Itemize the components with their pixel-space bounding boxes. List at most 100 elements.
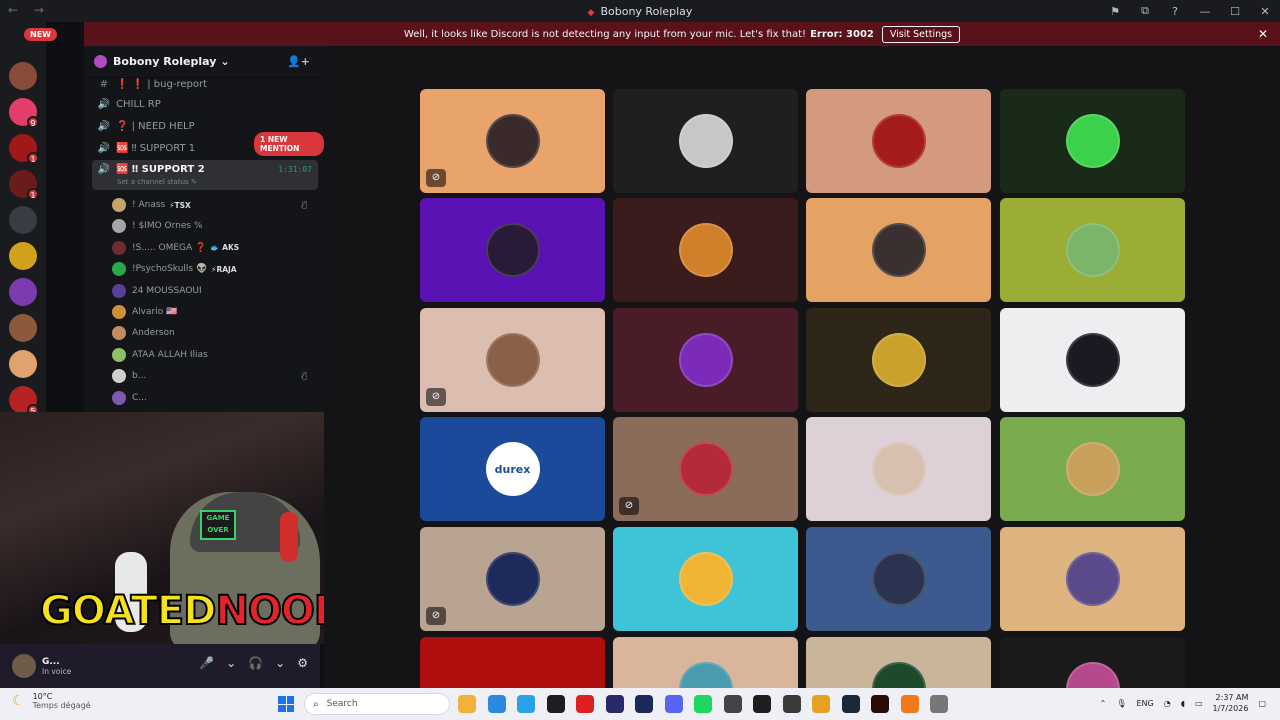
- participant-tile[interactable]: [806, 527, 991, 631]
- minimize-button[interactable]: —: [1190, 0, 1220, 22]
- voice-user[interactable]: 24 MOUSSAOUI: [112, 282, 202, 300]
- notification-icon[interactable]: ▢: [1258, 699, 1266, 708]
- taskbar-app-icon[interactable]: [694, 695, 712, 713]
- microphone-icon[interactable]: 🎤: [199, 656, 214, 670]
- inbox-icon[interactable]: ⚑: [1100, 0, 1130, 22]
- headphones-icon[interactable]: 🎧: [248, 656, 263, 670]
- close-icon[interactable]: ✕: [1258, 27, 1268, 41]
- speaker-icon[interactable]: ◖: [1181, 699, 1185, 708]
- participant-tile[interactable]: [613, 637, 798, 688]
- voice-user[interactable]: ATAA ALLAH Ilias: [112, 346, 208, 364]
- channel-item[interactable]: 🔊 CHILL RP: [92, 94, 318, 114]
- banner-message: Well, it looks like Discord is not detec…: [403, 28, 807, 40]
- taskbar-app-icon[interactable]: [664, 695, 683, 713]
- avatar: [485, 333, 540, 387]
- participant-tile[interactable]: ⊘: [420, 527, 605, 631]
- participant-tile[interactable]: [1000, 198, 1185, 302]
- channel-item[interactable]: 🔊 ❓ | NEED HELP: [92, 116, 318, 136]
- server-icon[interactable]: [9, 278, 37, 306]
- taskbar-app-icon[interactable]: [812, 695, 830, 713]
- mic-options-chevron-icon[interactable]: ⌄: [226, 656, 236, 670]
- participant-tile[interactable]: [806, 308, 991, 412]
- participant-tile[interactable]: durex: [420, 417, 605, 521]
- taskbar-app-icon[interactable]: [723, 695, 742, 713]
- server-icon[interactable]: 1: [9, 170, 39, 200]
- avatar: [678, 223, 733, 277]
- participant-tile[interactable]: ⊘: [420, 308, 605, 412]
- participant-tile[interactable]: [806, 198, 991, 302]
- search-input[interactable]: ⌕ Search: [304, 693, 450, 715]
- screen-icon[interactable]: ⧉: [1130, 0, 1160, 22]
- server-icon[interactable]: 9: [9, 98, 39, 128]
- server-icon[interactable]: [9, 350, 37, 378]
- gear-icon[interactable]: ⚙: [297, 656, 308, 670]
- voice-user[interactable]: ! $IMO Ornes %: [112, 217, 203, 235]
- participant-tile[interactable]: [1000, 637, 1185, 688]
- taskbar-app-icon[interactable]: [487, 695, 506, 713]
- battery-icon[interactable]: ▭: [1195, 699, 1203, 708]
- voice-user[interactable]: !PsychoSkulls 👽 ⚡RAJA: [112, 260, 237, 278]
- participant-tile[interactable]: [806, 417, 991, 521]
- participant-tile[interactable]: [420, 637, 605, 688]
- taskbar-app-icon[interactable]: [576, 695, 594, 713]
- voice-user[interactable]: !S..... OMEGA ❓ 🐟 AKS: [112, 239, 239, 257]
- voice-user[interactable]: Anderson: [112, 324, 175, 342]
- participant-tile[interactable]: [1000, 527, 1185, 631]
- taskbar-app-icon[interactable]: [753, 695, 771, 713]
- participant-tile[interactable]: [613, 527, 798, 631]
- audio-options-chevron-icon[interactable]: ⌄: [275, 656, 285, 670]
- participant-tile[interactable]: [613, 89, 798, 193]
- voice-user-name: Alvario 🇺🇸: [132, 307, 178, 317]
- participant-tile[interactable]: [420, 198, 605, 302]
- wifi-icon[interactable]: ◔: [1164, 699, 1171, 708]
- clock[interactable]: 2:37 AM 1/7/2026: [1213, 692, 1249, 714]
- avatar: [112, 305, 126, 319]
- channel-status-setter[interactable]: Set a channel status ✎: [117, 178, 197, 186]
- voice-user[interactable]: Alvario 🇺🇸: [112, 303, 177, 321]
- channel-item[interactable]: 🔊 🆘 ‼ SUPPORT 1: [92, 138, 318, 158]
- maximize-button[interactable]: ☐: [1220, 0, 1250, 22]
- channel-label: 🆘 ‼ SUPPORT 2: [116, 164, 205, 175]
- invite-people-icon[interactable]: 👤+: [287, 55, 310, 68]
- server-rail: NEW 9 1 1 5: [0, 22, 57, 416]
- participant-tile[interactable]: [1000, 417, 1185, 521]
- participant-tile[interactable]: [806, 89, 991, 193]
- chevron-up-icon[interactable]: ⌃: [1100, 699, 1107, 708]
- voice-user[interactable]: ! Anass ⚡TSX: [112, 196, 191, 214]
- server-icon[interactable]: [9, 62, 37, 90]
- server-icon[interactable]: [9, 206, 37, 234]
- mic-tray-icon[interactable]: 🎙: [1116, 699, 1126, 708]
- participant-tile[interactable]: [613, 198, 798, 302]
- visit-settings-button[interactable]: Visit Settings: [881, 25, 961, 43]
- taskbar-app-icon[interactable]: [517, 695, 535, 713]
- close-window-button[interactable]: ✕: [1250, 0, 1280, 22]
- taskbar-app-icon[interactable]: [782, 695, 801, 713]
- participant-tile[interactable]: ⊘: [613, 417, 798, 521]
- weather-widget[interactable]: ☾ 10°C Temps dégagé: [12, 692, 91, 710]
- taskbar-app-icon[interactable]: [458, 695, 476, 713]
- server-icon[interactable]: 5: [9, 386, 39, 416]
- windows-start-icon[interactable]: [278, 696, 294, 712]
- server-icon[interactable]: [9, 314, 37, 342]
- server-icon[interactable]: 1: [9, 134, 39, 164]
- channel-item[interactable]: # ❗ ❗ | bug-report: [92, 74, 318, 94]
- help-icon[interactable]: ?: [1160, 0, 1190, 22]
- taskbar-app-icon[interactable]: [930, 695, 948, 713]
- taskbar-app-icon[interactable]: [605, 695, 624, 713]
- server-icon[interactable]: [9, 242, 37, 270]
- taskbar-app-icon[interactable]: [635, 695, 653, 713]
- taskbar-app-icon[interactable]: [546, 695, 565, 713]
- avatar[interactable]: [12, 654, 36, 678]
- participant-tile[interactable]: [1000, 89, 1185, 193]
- voice-user[interactable]: b...: [112, 367, 146, 385]
- participant-tile[interactable]: ⊘: [420, 89, 605, 193]
- taskbar-app-icon[interactable]: [841, 695, 860, 713]
- participant-tile[interactable]: [613, 308, 798, 412]
- participant-tile[interactable]: [806, 637, 991, 688]
- voice-user[interactable]: C...: [112, 389, 147, 407]
- participant-tile[interactable]: [1000, 308, 1185, 412]
- taskbar-app-icon[interactable]: [900, 695, 919, 713]
- taskbar-app-icon[interactable]: [871, 695, 889, 713]
- active-voice-channel[interactable]: 🔊 🆘 ‼ SUPPORT 2 1:31:07 Set a channel statu…: [92, 160, 318, 190]
- language-indicator[interactable]: ENG: [1136, 699, 1153, 708]
